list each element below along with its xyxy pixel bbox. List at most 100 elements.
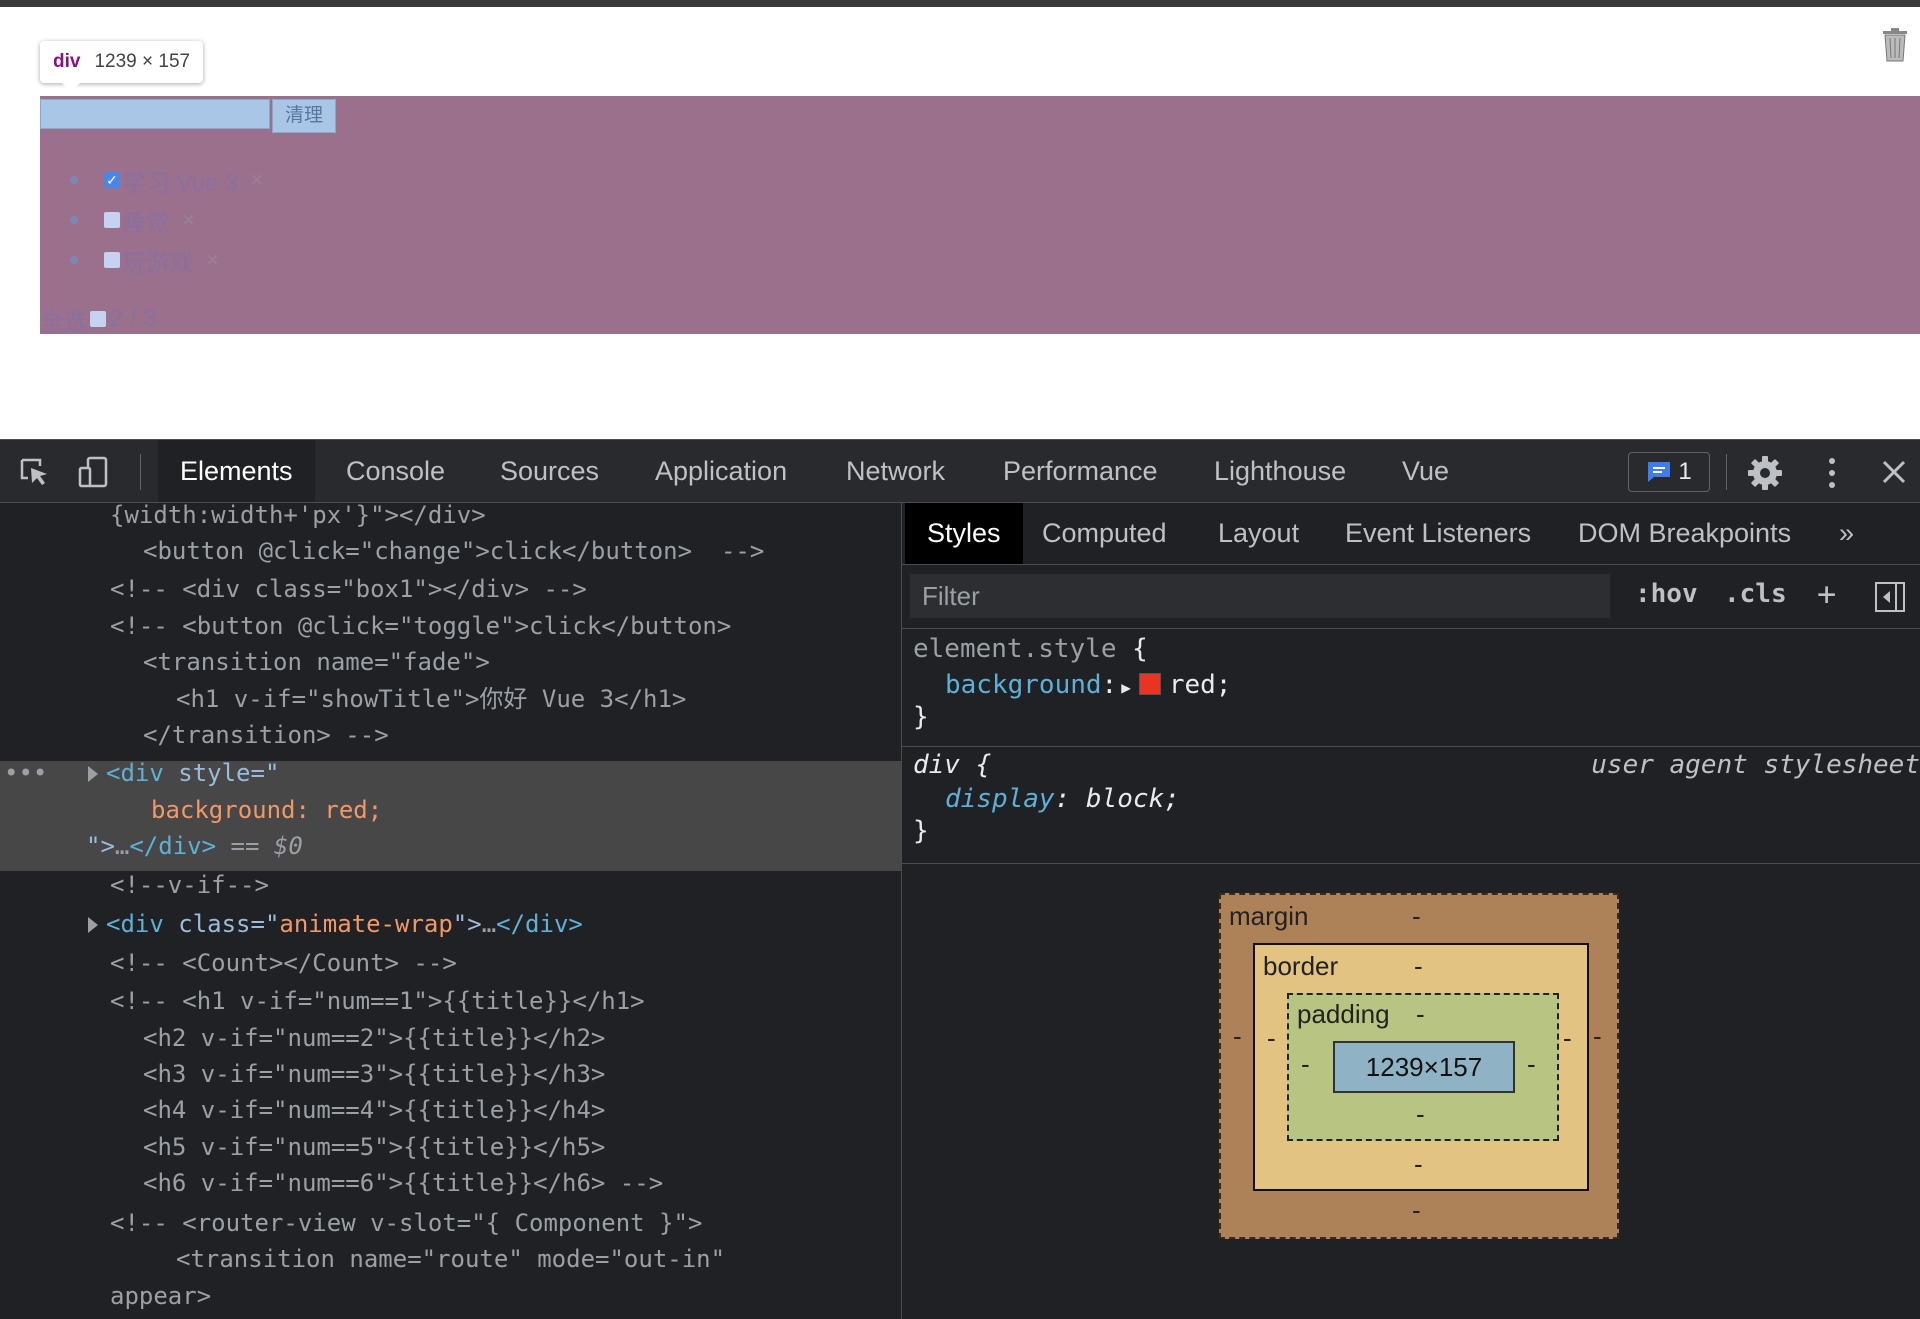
- box-model-margin[interactable]: margin - - - - border - - - - padding - …: [1219, 893, 1619, 1239]
- attr-value: animate-wrap: [279, 910, 453, 938]
- dollar-zero-marker: == $0: [230, 832, 303, 860]
- delete-icon[interactable]: ×: [182, 207, 195, 233]
- padding-bottom-value[interactable]: -: [1416, 1099, 1425, 1130]
- code-line: <transition name="route" mode="out-in": [176, 1245, 726, 1273]
- rule-header: element.style {: [913, 631, 1148, 667]
- padding-right-value[interactable]: -: [1527, 1049, 1536, 1080]
- tab-network[interactable]: Network: [846, 440, 945, 502]
- inspect-tooltip: div 1239 × 157: [40, 41, 204, 92]
- trash-icon[interactable]: [1880, 27, 1910, 63]
- new-rule-button[interactable]: +: [1817, 575, 1836, 613]
- select-all-checkbox[interactable]: [90, 311, 106, 327]
- tab-application[interactable]: Application: [655, 440, 787, 502]
- inspect-element-icon[interactable]: [16, 454, 52, 490]
- attr-quote: ">: [452, 910, 482, 938]
- rule-header: div {: [913, 747, 991, 783]
- todo-label: 睡觉: [122, 209, 170, 237]
- selected-node-dots[interactable]: •••: [4, 755, 47, 791]
- filter-input[interactable]: Filter: [910, 574, 1610, 618]
- box-model-padding[interactable]: padding - - - - 1239×157: [1287, 993, 1559, 1141]
- code-line: <button @click="change">click</button> -…: [143, 537, 765, 565]
- tab-dom-breakpoints[interactable]: DOM Breakpoints: [1578, 503, 1791, 564]
- todo-checkbox[interactable]: ✓: [104, 172, 120, 188]
- expand-triangle-icon[interactable]: [88, 917, 98, 933]
- border-label: border: [1263, 951, 1339, 981]
- ellipsis: …: [481, 910, 497, 938]
- select-all-label: 全选: [40, 308, 88, 336]
- more-options-icon[interactable]: [1820, 456, 1844, 490]
- margin-label: margin: [1229, 901, 1309, 931]
- hov-button[interactable]: :hov: [1635, 579, 1698, 609]
- code-line: <h5 v-if="num==5">{{title}}</h5>: [143, 1133, 606, 1161]
- tab-styles[interactable]: Styles: [905, 503, 1023, 564]
- selected-node-line[interactable]: <div style=": [88, 755, 901, 791]
- border-right-value[interactable]: -: [1563, 1023, 1572, 1054]
- delete-icon[interactable]: ×: [251, 167, 264, 193]
- padding-left-value[interactable]: -: [1301, 1049, 1310, 1080]
- delete-icon[interactable]: ×: [206, 247, 219, 273]
- padding-label: padding: [1297, 999, 1390, 1029]
- todo-label: 学习 Vue 3: [122, 169, 239, 197]
- expand-triangle-icon[interactable]: [88, 766, 98, 782]
- close-icon[interactable]: [1880, 458, 1908, 486]
- close-tag: </div>: [496, 910, 583, 938]
- close-tag: </div>: [129, 832, 217, 860]
- tab-lighthouse[interactable]: Lighthouse: [1214, 440, 1346, 502]
- border-left-value[interactable]: -: [1267, 1023, 1276, 1054]
- border-top-value[interactable]: -: [1414, 951, 1423, 982]
- margin-top-value[interactable]: -: [1412, 901, 1421, 932]
- tab-layout[interactable]: Layout: [1218, 503, 1299, 564]
- todo-item: ✓ 学习 Vue 3 ×: [70, 163, 263, 197]
- cls-button[interactable]: .cls: [1724, 579, 1787, 609]
- bullet: [70, 176, 78, 184]
- selected-node-close: ">…</div> == $0: [86, 828, 901, 864]
- device-toolbar-icon[interactable]: [76, 454, 112, 490]
- element-style-rule: element.style { background: ▶ red; }: [902, 631, 1920, 733]
- highlighted-div: 清理 ✓ 学习 Vue 3 × 睡觉 × 玩游戏 × 全选 2 / 3: [40, 96, 1920, 336]
- todo-input[interactable]: [40, 99, 270, 129]
- todo-checkbox[interactable]: [104, 212, 120, 228]
- expand-triangle-icon[interactable]: ▶: [1121, 678, 1131, 697]
- toggle-sidebar-icon[interactable]: [1874, 581, 1906, 613]
- color-swatch[interactable]: [1138, 672, 1161, 695]
- todo-item: 睡觉 ×: [70, 203, 195, 237]
- gear-icon[interactable]: [1746, 454, 1784, 492]
- attr-quote: =": [250, 910, 280, 938]
- tab-event-listeners[interactable]: Event Listeners: [1345, 503, 1531, 564]
- tab-sources[interactable]: Sources: [500, 440, 599, 502]
- open-tag: <div: [106, 759, 164, 787]
- padding-top-value[interactable]: -: [1416, 999, 1425, 1030]
- code-line: <h4 v-if="num==4">{{title}}</h4>: [143, 1096, 606, 1124]
- clear-button[interactable]: 清理: [272, 99, 336, 133]
- margin-bottom-value[interactable]: -: [1412, 1195, 1421, 1226]
- todo-footer: 全选 2 / 3: [40, 304, 157, 336]
- todo-label: 玩游戏: [122, 249, 194, 277]
- issues-button[interactable]: 1: [1628, 452, 1710, 492]
- more-tabs-icon[interactable]: »: [1839, 503, 1854, 564]
- code-line: <h1 v-if="showTitle">你好 Vue 3</h1>: [176, 685, 687, 713]
- code-line: appear>: [110, 1282, 212, 1310]
- todo-checkbox[interactable]: [104, 252, 120, 268]
- box-model-border[interactable]: border - - - - padding - - - - 1239×157: [1253, 943, 1589, 1191]
- bullet: [70, 216, 78, 224]
- style-declaration[interactable]: background: ▶ red;: [945, 667, 1231, 703]
- tab-performance[interactable]: Performance: [1003, 440, 1158, 502]
- margin-left-value[interactable]: -: [1233, 1021, 1242, 1052]
- border-bottom-value[interactable]: -: [1414, 1149, 1423, 1180]
- open-tag: <div: [106, 910, 164, 938]
- animate-wrap-node[interactable]: <div class="animate-wrap">…</div>: [88, 906, 901, 942]
- code-line: <!-- <h1 v-if="num==1">{{title}}</h1>: [110, 987, 645, 1015]
- ua-stylesheet-label: user agent stylesheet: [1591, 750, 1920, 780]
- browser-top-border: [0, 0, 1920, 7]
- code-line: </transition> -->: [143, 721, 389, 749]
- tab-computed[interactable]: Computed: [1042, 503, 1167, 564]
- style-value-line: background: red;: [151, 792, 901, 828]
- rule-selector: div: [913, 750, 960, 780]
- toolbar-divider: [140, 454, 141, 490]
- code-line: <h2 v-if="num==2">{{title}}</h2>: [143, 1024, 606, 1052]
- tab-elements[interactable]: Elements: [158, 440, 315, 502]
- tab-console[interactable]: Console: [346, 440, 445, 502]
- box-model-content[interactable]: 1239×157: [1333, 1041, 1515, 1093]
- tab-vue[interactable]: Vue: [1402, 440, 1449, 502]
- margin-right-value[interactable]: -: [1593, 1021, 1602, 1052]
